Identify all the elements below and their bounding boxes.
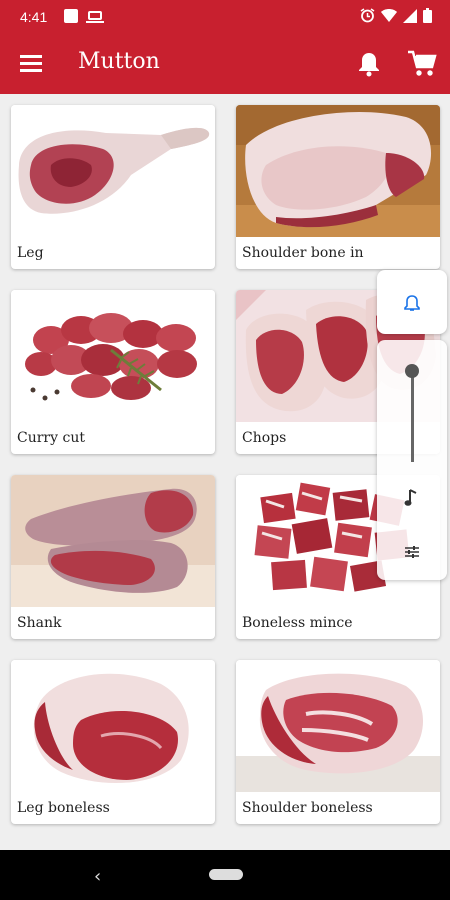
product-card-curry-cut[interactable]: Curry cut <box>11 290 215 454</box>
music-note-icon <box>404 488 418 512</box>
product-card-shoulder-boneless[interactable]: Shoulder boneless <box>236 660 440 824</box>
product-image-leg <box>11 105 215 237</box>
wifi-icon <box>381 8 397 27</box>
back-icon[interactable]: ‹ <box>94 866 101 887</box>
product-name: Leg <box>17 245 44 261</box>
product-name: Shoulder bone in <box>242 245 364 261</box>
product-name: Curry cut <box>17 430 85 446</box>
status-icons <box>360 8 432 27</box>
ringer-button[interactable] <box>377 270 447 334</box>
volume-slider-thumb[interactable] <box>405 364 419 378</box>
product-image-curry-cut <box>11 290 215 422</box>
product-image-shoulder-boneless <box>236 660 440 792</box>
product-image-shoulder-bone-in <box>236 105 440 237</box>
volume-slider-track[interactable] <box>411 372 414 462</box>
status-bar: 4:41 <box>0 0 450 34</box>
product-image-shank <box>11 475 215 607</box>
battery-icon <box>423 8 432 27</box>
bell-icon <box>403 294 421 316</box>
product-card-shank[interactable]: Shank <box>11 475 215 639</box>
product-name: Shank <box>17 615 62 631</box>
product-name: Leg boneless <box>17 800 110 816</box>
product-name: Shoulder boneless <box>242 800 373 816</box>
status-time: 4:41 <box>20 9 48 25</box>
volume-slider-panel <box>377 340 447 580</box>
home-pill[interactable] <box>209 869 243 880</box>
product-card-shoulder-bone-in[interactable]: Shoulder bone in <box>236 105 440 269</box>
hamburger-menu-icon[interactable] <box>20 55 42 72</box>
product-image-leg-boneless <box>11 660 215 792</box>
volume-panel <box>377 270 447 580</box>
page-title: Mutton <box>78 49 160 74</box>
notification-square-icon <box>64 9 78 23</box>
product-card-leg[interactable]: Leg <box>11 105 215 269</box>
equalizer-icon[interactable] <box>404 544 420 563</box>
alarm-icon <box>360 8 375 27</box>
cart-icon[interactable] <box>407 50 437 82</box>
bell-icon[interactable] <box>357 51 381 81</box>
laptop-icon <box>86 11 104 23</box>
product-card-leg-boneless[interactable]: Leg boneless <box>11 660 215 824</box>
product-name: Chops <box>242 430 287 446</box>
product-name: Boneless mince <box>242 615 353 631</box>
app-bar: Mutton <box>0 34 450 94</box>
signal-icon <box>403 8 417 27</box>
system-navigation-bar: ‹ <box>0 850 450 900</box>
